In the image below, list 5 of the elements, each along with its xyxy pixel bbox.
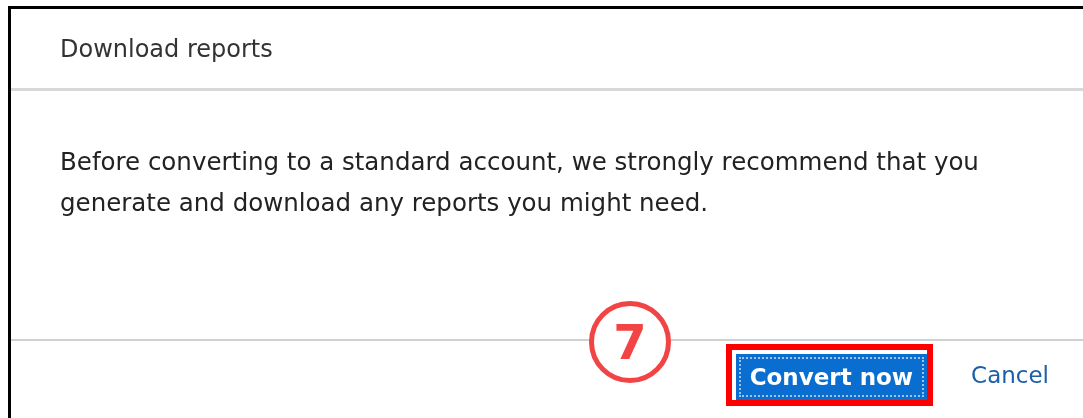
cancel-link[interactable]: Cancel xyxy=(967,358,1053,392)
step-callout: 7 xyxy=(589,301,671,383)
dialog-title: Download reports xyxy=(60,34,273,63)
convert-button[interactable]: Convert now xyxy=(735,354,928,400)
dialog-message: Before converting to a standard account, we strongly recommend that you generate and download any reports you might need. xyxy=(60,146,980,219)
